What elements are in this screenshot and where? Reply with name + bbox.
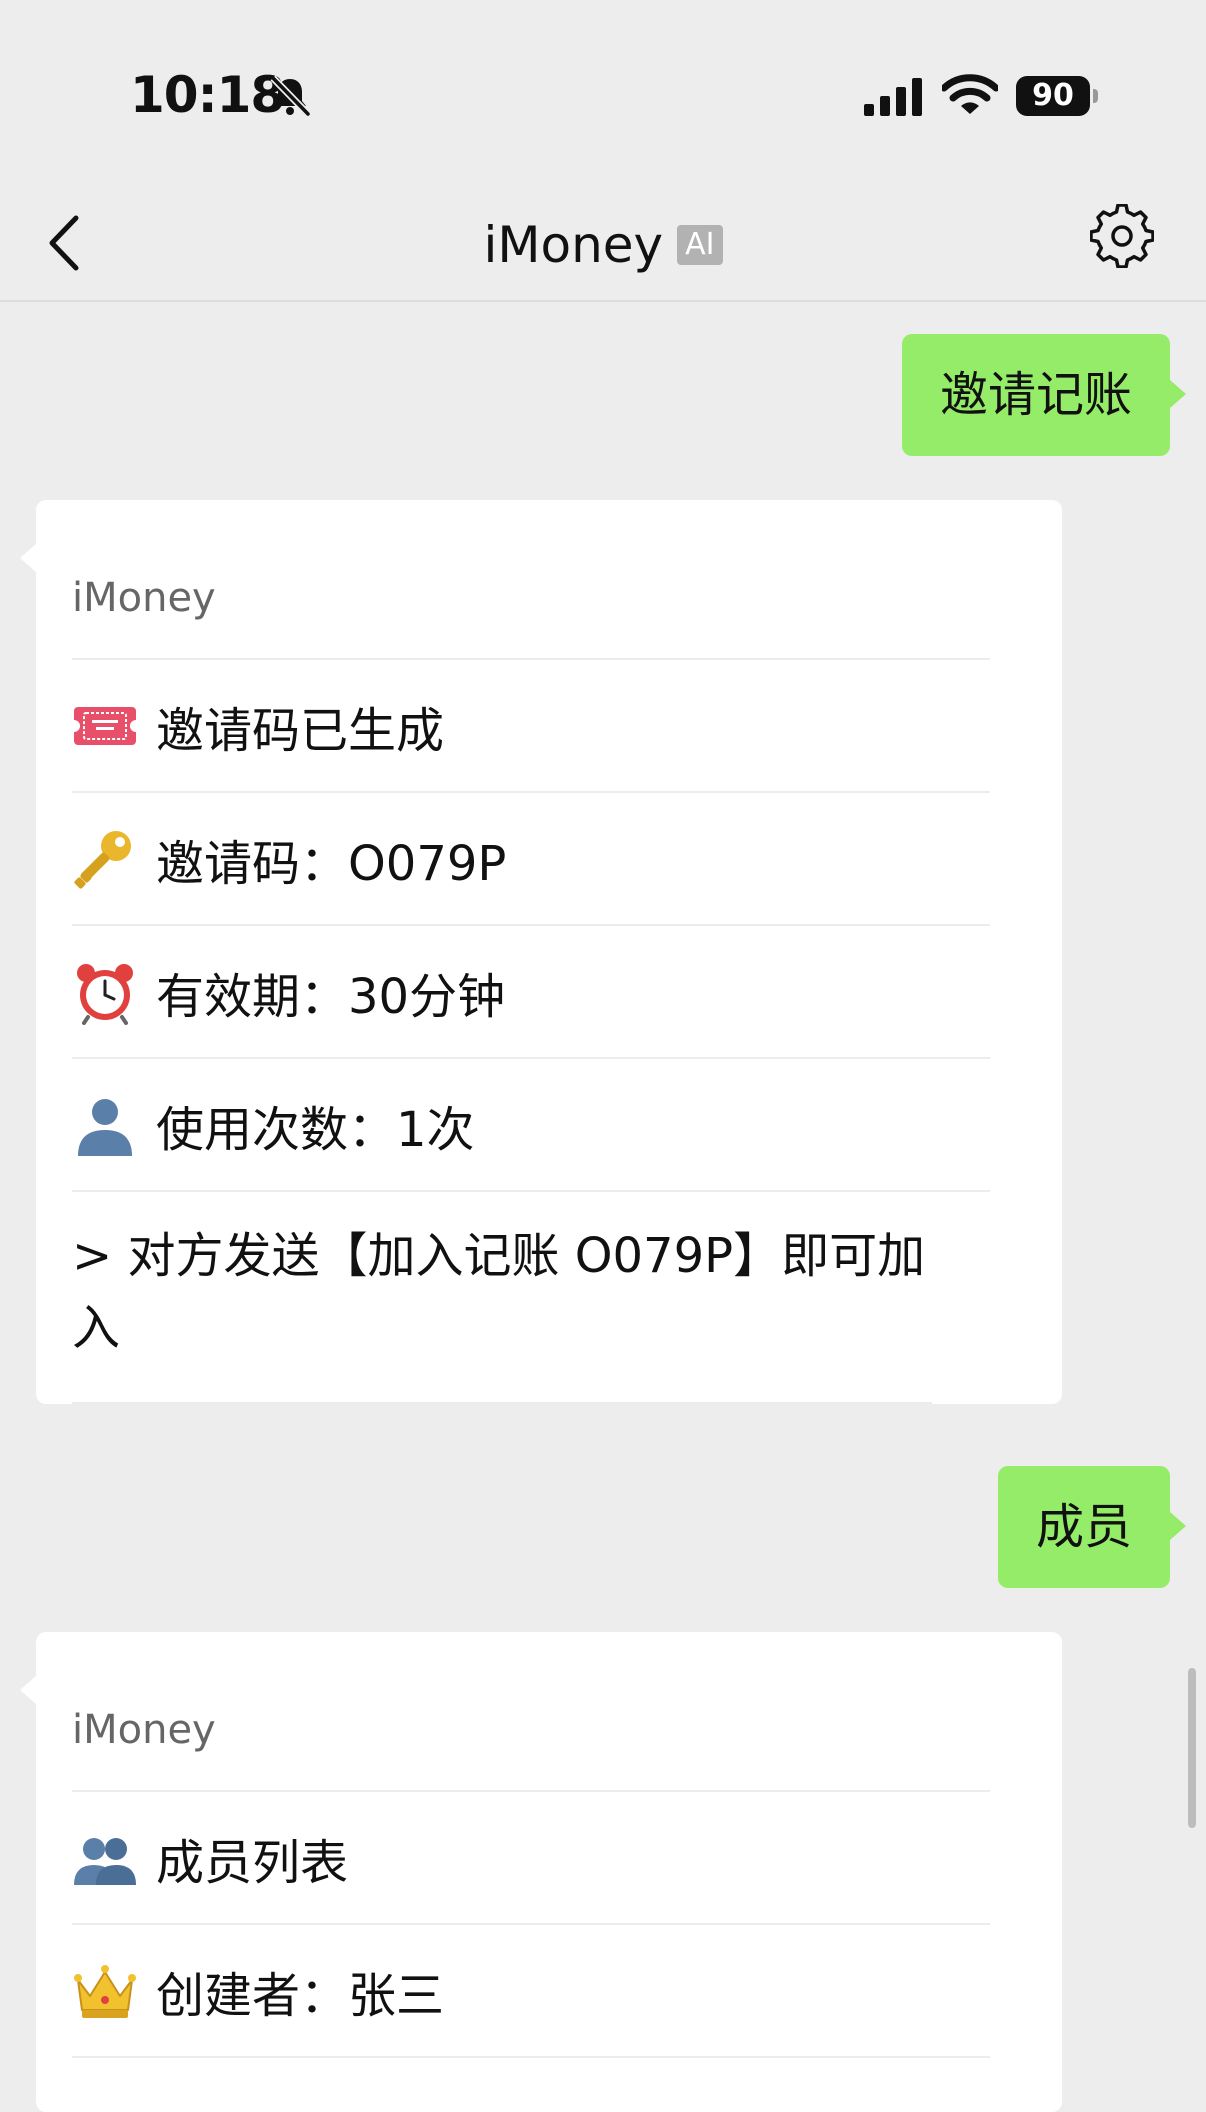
card-row: 有效期：30分钟: [72, 926, 990, 1059]
card-row: 邀请码已生成: [72, 660, 990, 793]
wifi-icon: [942, 74, 998, 114]
person-silhouette-icon: [78, 1098, 132, 1156]
battery-icon: 90: [1016, 76, 1098, 116]
key-icon: [74, 830, 131, 889]
scrollbar[interactable]: [1188, 1668, 1196, 1828]
card-sender: iMoney: [72, 1632, 990, 1792]
chat-area[interactable]: 邀请记账 iMoney 邀请码已生成 邀请码：O079P 有效期：30分钟 使用…: [0, 302, 1206, 2112]
battery-level: 90: [1016, 76, 1090, 116]
card-row-text: 有效期：30分钟: [156, 968, 506, 1025]
bell-slash-icon: [270, 75, 311, 117]
cellular-signal-icon: [864, 78, 922, 116]
bot-message-card[interactable]: iMoney 邀请码已生成 邀请码：O079P 有效期：30分钟 使用次数：1次…: [20, 500, 1062, 1404]
card-sender: iMoney: [72, 500, 990, 660]
ticket-icon: [72, 706, 138, 745]
card-row-text: 创建者：张三: [156, 1967, 445, 2024]
card-row: 创建者：张三: [72, 1925, 990, 2058]
card-row-text: 邀请码：O079P: [156, 835, 507, 892]
card-row-text: 成员列表: [156, 1834, 349, 1891]
people-silhouette-icon: [74, 1837, 136, 1885]
nav-bar: iMoney AI: [0, 190, 1206, 302]
user-message-bubble[interactable]: 邀请记账: [901, 334, 1187, 456]
nav-title-group: iMoney AI: [0, 190, 1206, 300]
card-row: 成员列表: [72, 1792, 990, 1925]
page-title: iMoney: [483, 216, 664, 274]
ai-badge: AI: [677, 225, 723, 265]
card-row-text: 邀请码已生成: [156, 702, 445, 759]
status-time: 10:18: [130, 66, 285, 124]
user-message-bubble[interactable]: 成员: [997, 1466, 1187, 1588]
card-note: > 对方发送【加入记账 O079P】即可加入: [72, 1192, 932, 1404]
card-row: 邀请码：O079P: [72, 793, 990, 926]
alarm-clock-icon: [77, 963, 133, 1025]
card-row: 使用次数：1次: [72, 1059, 990, 1192]
bot-message-card[interactable]: iMoney 成员列表 创建者：张三: [20, 1632, 1062, 2112]
gear-icon[interactable]: [1090, 204, 1154, 268]
card-row-text: 使用次数：1次: [156, 1101, 475, 1158]
status-bar: 10:18 90: [0, 0, 1206, 190]
crown-icon: [74, 1964, 136, 2018]
